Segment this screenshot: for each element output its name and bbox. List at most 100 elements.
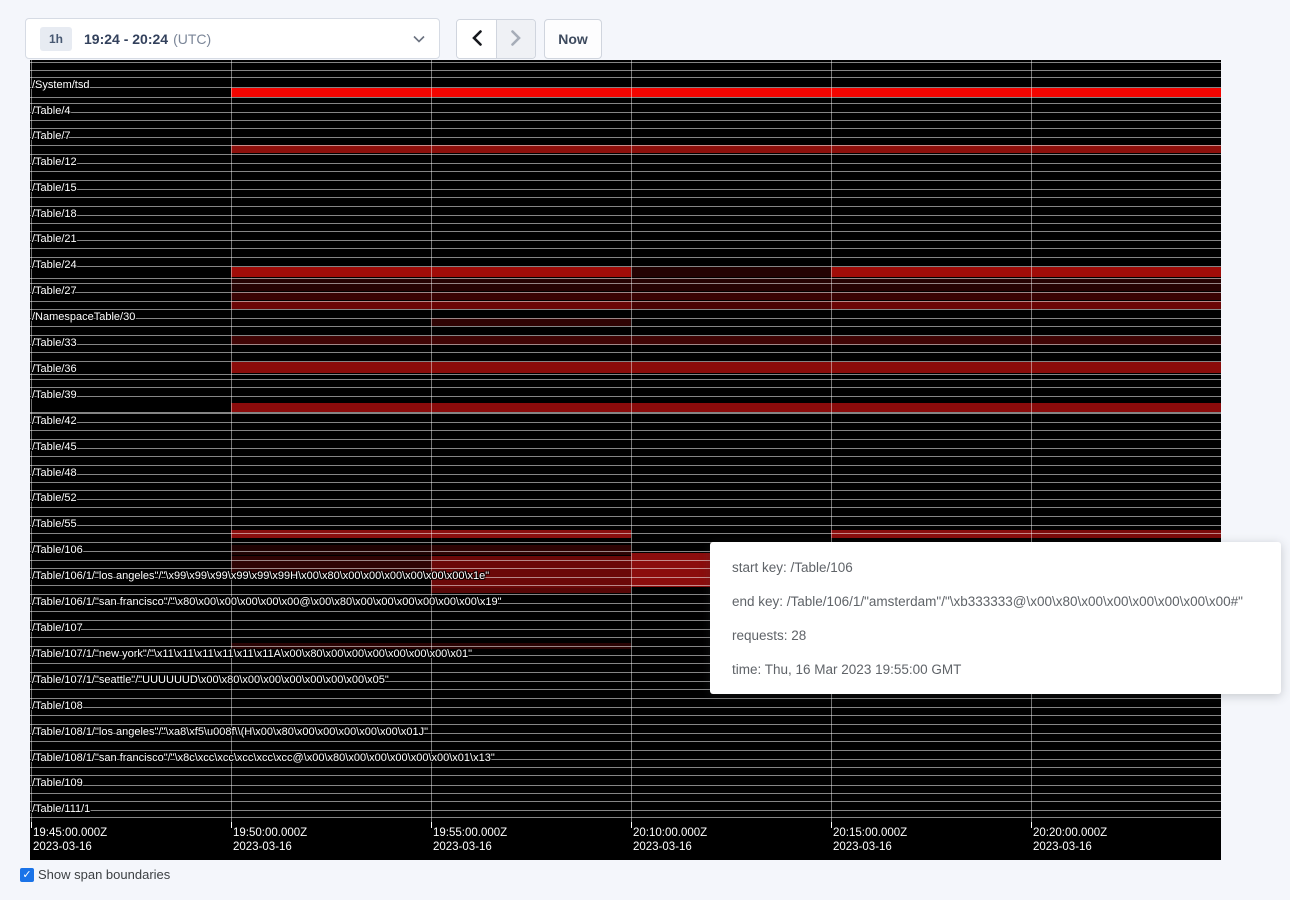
span-boundaries-checkbox[interactable]: ✓ <box>20 868 34 882</box>
span-boundary-line <box>30 715 1221 716</box>
heat-band[interactable] <box>831 530 1031 538</box>
span-boundary-line <box>30 474 1221 475</box>
tooltip-line: end key: /Table/106/1/"amsterdam"/"\xb33… <box>732 585 1259 619</box>
axis-tick-label: 20:20:00.000Z 2023-03-16 <box>1033 826 1107 854</box>
span-boundary-line <box>30 344 1221 345</box>
row-key-label: /Table/109 <box>32 777 83 789</box>
axis-tick-label: 19:55:00.000Z 2023-03-16 <box>433 826 507 854</box>
span-boundary-line <box>30 301 1221 302</box>
heat-band[interactable] <box>231 145 1221 153</box>
heat-band[interactable] <box>431 318 631 326</box>
span-boundary-line <box>30 171 1221 172</box>
span-boundary-line <box>30 698 1221 699</box>
axis-tick <box>31 822 32 828</box>
row-key-label: /Table/7 <box>32 130 71 142</box>
row-key-label: /System/tsd <box>32 79 89 91</box>
span-boundary-line <box>30 759 1221 760</box>
heat-band[interactable] <box>831 267 1221 277</box>
axis-tick <box>631 822 632 828</box>
span-boundary-line <box>30 412 1221 413</box>
chevron-right-icon <box>510 30 522 49</box>
row-key-label: /Table/12 <box>32 156 77 168</box>
span-boundary-line <box>30 724 1221 725</box>
span-boundary-line <box>30 801 1221 802</box>
span-boundary-line <box>30 456 1221 457</box>
time-axis: 19:45:00.000Z 2023-03-1619:50:00.000Z 20… <box>30 822 1221 860</box>
row-key-label: /Table/21 <box>32 233 77 245</box>
row-key-label: /Table/42 <box>32 415 77 427</box>
axis-tick <box>431 822 432 828</box>
time-range-selector[interactable]: 1h 19:24 - 20:24 (UTC) <box>25 18 440 59</box>
span-boundary-line <box>30 374 1221 375</box>
now-button[interactable]: Now <box>544 19 602 59</box>
span-boundary-line <box>30 112 1221 113</box>
range-preset-badge: 1h <box>40 27 72 51</box>
heat-band[interactable] <box>231 556 431 575</box>
heat-band[interactable] <box>1031 530 1221 538</box>
footer: ✓ Show span boundaries <box>20 867 170 882</box>
row-key-label: /Table/45 <box>32 441 77 453</box>
span-boundary-line <box>30 422 1221 423</box>
span-boundary-line <box>30 223 1221 224</box>
axis-tick-label: 20:10:00.000Z 2023-03-16 <box>633 826 707 854</box>
span-boundary-line <box>30 490 1221 491</box>
axis-tick-label: 20:15:00.000Z 2023-03-16 <box>833 826 907 854</box>
row-key-label: /Table/27 <box>32 285 77 297</box>
next-time-button[interactable] <box>496 20 535 58</box>
heat-band[interactable] <box>231 278 1221 291</box>
span-boundary-line <box>30 206 1221 207</box>
span-boundary-line <box>30 309 1221 310</box>
span-boundary-line <box>30 793 1221 794</box>
heat-band[interactable] <box>431 545 631 555</box>
span-boundary-line <box>30 775 1221 776</box>
heat-band[interactable] <box>431 556 631 592</box>
heat-band[interactable] <box>231 292 1221 300</box>
span-boundary-line <box>30 189 1221 190</box>
heat-band[interactable] <box>231 88 1221 97</box>
span-boundary-line <box>30 733 1221 734</box>
row-key-label: /Table/108/1/"los angeles"/"\xa8\xf5\u00… <box>32 726 428 738</box>
key-visualizer-plot[interactable]: /System/tsd/Table/4/Table/7/Table/12/Tab… <box>30 60 1221 822</box>
span-boundary-line <box>30 70 1221 71</box>
span-boundary-line <box>30 767 1221 768</box>
span-boundary-line <box>30 326 1221 327</box>
span-boundary-line <box>30 231 1221 232</box>
prev-time-button[interactable] <box>457 20 496 58</box>
span-boundary-line <box>30 785 1221 786</box>
heat-band[interactable] <box>631 267 831 277</box>
span-boundary-line <box>30 318 1221 319</box>
span-boundaries-label: Show span boundaries <box>38 867 170 882</box>
tooltip-line: requests: 28 <box>732 619 1259 653</box>
span-boundary-line <box>30 87 1221 88</box>
row-key-label: /Table/18 <box>32 208 77 220</box>
heat-band[interactable] <box>231 362 1221 373</box>
heat-band[interactable] <box>631 301 831 309</box>
span-boundary-line <box>30 430 1221 431</box>
row-key-label: /Table/107 <box>32 622 83 634</box>
span-boundary-line <box>30 707 1221 708</box>
tooltip-line: time: Thu, 16 Mar 2023 19:55:00 GMT <box>732 653 1259 687</box>
range-text: 19:24 - 20:24 <box>84 31 168 47</box>
span-boundary-line <box>30 361 1221 362</box>
span-boundary-line <box>30 137 1221 138</box>
span-boundary-line <box>30 379 1221 380</box>
row-key-label: /Table/111/1 <box>32 803 90 815</box>
row-key-label: /Table/106 <box>32 544 83 556</box>
row-key-label: /Table/4 <box>32 105 71 117</box>
heat-band[interactable] <box>831 301 1221 309</box>
chevron-left-icon <box>471 30 483 49</box>
span-boundary-line <box>30 810 1221 811</box>
axis-tick <box>1031 822 1032 828</box>
heat-band[interactable] <box>231 545 431 555</box>
heat-band[interactable] <box>231 403 1221 412</box>
span-boundary-line <box>30 77 1221 78</box>
row-key-label: /Table/52 <box>32 492 77 504</box>
row-key-label: /NamespaceTable/30 <box>32 311 135 323</box>
row-key-label: /Table/15 <box>32 182 77 194</box>
span-boundary-line <box>30 240 1221 241</box>
span-boundary-line <box>30 215 1221 216</box>
span-tooltip: start key: /Table/106end key: /Table/106… <box>710 542 1281 694</box>
row-key-label: /Table/33 <box>32 337 77 349</box>
row-key-label: /Table/107/1/"new york"/"\x11\x11\x11\x1… <box>32 648 472 660</box>
heat-band[interactable] <box>431 588 631 593</box>
